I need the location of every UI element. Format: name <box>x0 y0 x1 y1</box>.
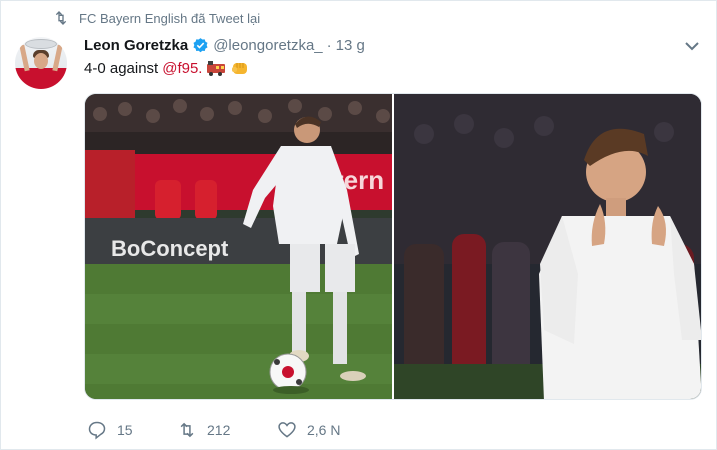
retweet-icon <box>55 11 67 25</box>
tweet-timestamp[interactable]: 13 g <box>336 37 365 54</box>
tweet-text-body: 4-0 against <box>84 59 159 77</box>
tweet-header: Leon Goretzka @leongoretzka_ · 13 g <box>84 35 365 55</box>
verified-badge-icon <box>193 37 208 52</box>
author-handle[interactable]: @leongoretzka_ <box>213 37 322 54</box>
tweet-text: 4-0 against @f95. <box>84 59 250 77</box>
avatar[interactable] <box>15 37 67 89</box>
retweet-button[interactable]: 212 <box>177 420 277 440</box>
heart-icon <box>278 422 296 438</box>
reply-count: 15 <box>117 422 133 438</box>
retweet-icon <box>180 422 194 438</box>
fist-emoji-icon <box>232 63 248 74</box>
photo-dribbling[interactable]: tern BoConcept <box>85 94 392 399</box>
separator-dot: · <box>326 36 332 54</box>
like-button[interactable]: 2,6 N <box>277 420 377 440</box>
tweet-card[interactable]: FC Bayern English đã Tweet lại Leon Gore… <box>0 0 717 450</box>
reply-button[interactable]: 15 <box>87 420 177 440</box>
train-emoji-icon <box>207 61 226 76</box>
retweet-context: FC Bayern English đã Tweet lại <box>53 9 260 27</box>
reply-icon <box>88 421 106 440</box>
like-count: 2,6 N <box>307 422 341 438</box>
retweet-count: 212 <box>207 422 231 438</box>
ad-board-text: BoConcept <box>111 236 229 261</box>
retweet-context-label[interactable]: FC Bayern English đã Tweet lại <box>79 11 260 26</box>
author-name[interactable]: Leon Goretzka <box>84 37 188 54</box>
photo-applauding[interactable] <box>394 94 701 399</box>
chevron-down-icon[interactable] <box>683 39 701 53</box>
tweet-actions: 15 212 2,6 N <box>87 419 377 441</box>
tweet-media[interactable]: tern BoConcept <box>84 93 702 400</box>
mention-link[interactable]: @f95. <box>162 60 202 77</box>
